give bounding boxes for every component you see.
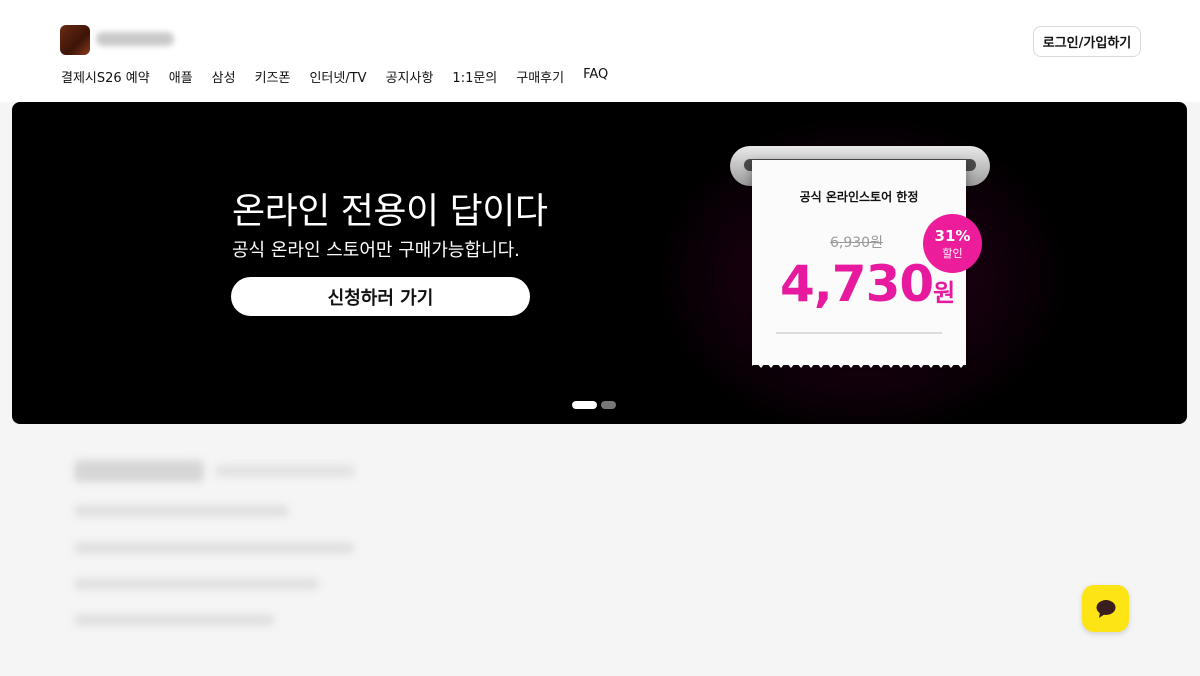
nav-item-inquiry[interactable]: 1:1문의 [452,67,497,86]
sale-price-value: 4,730 [780,255,934,313]
blurred-list-item [74,542,354,554]
original-price: 6,930원 [830,235,883,251]
apply-button[interactable]: 신청하러 가기 [231,277,530,316]
blurred-list-item [74,505,289,517]
site-header: 로그인/가입하기 결제시S26 예약 애플 삼성 키즈폰 인터넷/TV 공지사항… [0,0,1200,102]
brand-name-blurred [96,32,174,46]
discount-label: 할인 [942,246,963,260]
blurred-list-item [74,578,319,590]
site-logo[interactable] [60,25,90,55]
receipt-torn-edge [752,360,966,368]
receipt-divider [776,332,942,334]
nav-item-s26-reservation[interactable]: 결제시S26 예약 [61,67,150,86]
discount-percent: 31% [934,226,971,245]
slide-indicator-2[interactable] [601,401,616,409]
nav-item-internet-tv[interactable]: 인터넷/TV [309,67,366,86]
chat-button[interactable] [1082,585,1129,632]
blurred-section-title [74,460,204,482]
receipt-title: 공식 온라인스토어 한정 [799,190,919,204]
banner-headline: 온라인 전용이 답이다 [232,191,548,232]
nav-item-apple[interactable]: 애플 [169,67,193,86]
chat-bubble-icon [1096,599,1115,618]
hero-banner: 온라인 전용이 답이다 공식 온라인 스토어만 구매가능합니다. 신청하러 가기… [12,102,1187,424]
sale-price: 4,730원 [780,255,955,313]
nav-item-samsung[interactable]: 삼성 [212,67,236,86]
discount-badge: 31% 할인 [923,214,982,273]
blurred-list-item [74,614,274,626]
blurred-section-subtitle [215,465,355,477]
slide-indicator-1[interactable] [572,401,597,409]
sale-price-unit: 원 [933,279,955,307]
nav-item-notice[interactable]: 공지사항 [386,67,434,86]
nav-item-faq[interactable]: FAQ [583,67,608,86]
login-signup-button[interactable]: 로그인/가입하기 [1033,26,1141,57]
main-nav: 결제시S26 예약 애플 삼성 키즈폰 인터넷/TV 공지사항 1:1문의 구매… [61,67,608,86]
banner-subline: 공식 온라인 스토어만 구매가능합니다. [232,240,520,261]
nav-item-reviews[interactable]: 구매후기 [516,67,564,86]
nav-item-kids-phone[interactable]: 키즈폰 [255,67,291,86]
